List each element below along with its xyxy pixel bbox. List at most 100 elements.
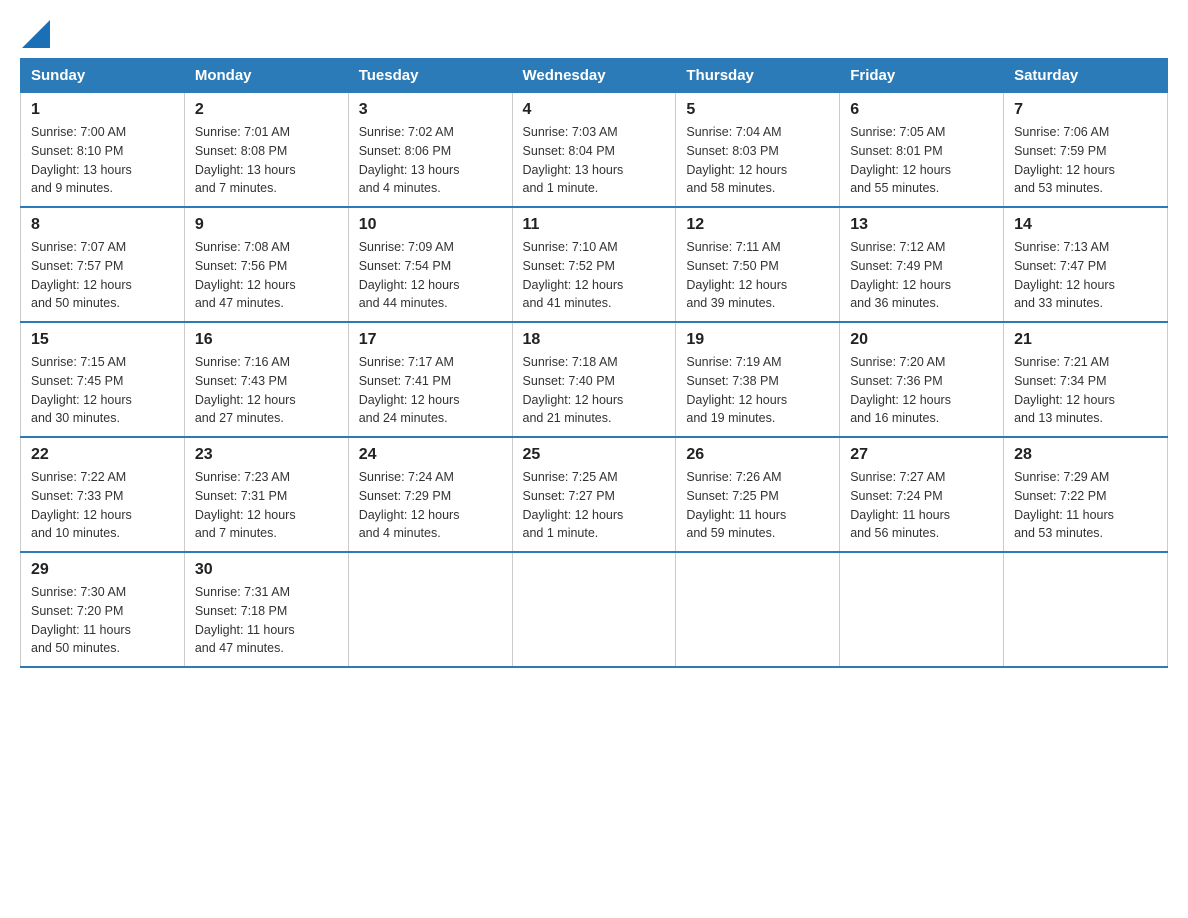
calendar-cell: 21 Sunrise: 7:21 AM Sunset: 7:34 PM Dayl… (1004, 322, 1168, 437)
day-number: 6 (850, 101, 993, 119)
calendar-cell: 6 Sunrise: 7:05 AM Sunset: 8:01 PM Dayli… (840, 93, 1004, 208)
day-number: 4 (523, 101, 666, 119)
day-number: 28 (1014, 446, 1157, 464)
day-number: 26 (686, 446, 829, 464)
calendar-cell: 10 Sunrise: 7:09 AM Sunset: 7:54 PM Dayl… (348, 207, 512, 322)
day-info: Sunrise: 7:29 AM Sunset: 7:22 PM Dayligh… (1014, 468, 1157, 543)
calendar-cell: 4 Sunrise: 7:03 AM Sunset: 8:04 PM Dayli… (512, 93, 676, 208)
calendar-cell: 22 Sunrise: 7:22 AM Sunset: 7:33 PM Dayl… (21, 437, 185, 552)
day-info: Sunrise: 7:04 AM Sunset: 8:03 PM Dayligh… (686, 123, 829, 198)
calendar-cell: 13 Sunrise: 7:12 AM Sunset: 7:49 PM Dayl… (840, 207, 1004, 322)
day-number: 22 (31, 446, 174, 464)
day-number: 5 (686, 101, 829, 119)
page-header (20, 20, 1168, 42)
calendar-cell: 24 Sunrise: 7:24 AM Sunset: 7:29 PM Dayl… (348, 437, 512, 552)
day-info: Sunrise: 7:06 AM Sunset: 7:59 PM Dayligh… (1014, 123, 1157, 198)
calendar-cell: 23 Sunrise: 7:23 AM Sunset: 7:31 PM Dayl… (184, 437, 348, 552)
day-info: Sunrise: 7:23 AM Sunset: 7:31 PM Dayligh… (195, 468, 338, 543)
day-number: 7 (1014, 101, 1157, 119)
calendar-cell: 8 Sunrise: 7:07 AM Sunset: 7:57 PM Dayli… (21, 207, 185, 322)
week-row-5: 29 Sunrise: 7:30 AM Sunset: 7:20 PM Dayl… (21, 552, 1168, 667)
day-info: Sunrise: 7:17 AM Sunset: 7:41 PM Dayligh… (359, 353, 502, 428)
logo-triangle-icon (22, 20, 50, 48)
calendar-cell: 18 Sunrise: 7:18 AM Sunset: 7:40 PM Dayl… (512, 322, 676, 437)
header-sunday: Sunday (21, 59, 185, 93)
day-number: 10 (359, 216, 502, 234)
day-number: 9 (195, 216, 338, 234)
day-info: Sunrise: 7:21 AM Sunset: 7:34 PM Dayligh… (1014, 353, 1157, 428)
day-info: Sunrise: 7:16 AM Sunset: 7:43 PM Dayligh… (195, 353, 338, 428)
calendar-cell: 16 Sunrise: 7:16 AM Sunset: 7:43 PM Dayl… (184, 322, 348, 437)
calendar-cell: 9 Sunrise: 7:08 AM Sunset: 7:56 PM Dayli… (184, 207, 348, 322)
calendar-cell: 25 Sunrise: 7:25 AM Sunset: 7:27 PM Dayl… (512, 437, 676, 552)
day-info: Sunrise: 7:03 AM Sunset: 8:04 PM Dayligh… (523, 123, 666, 198)
day-number: 8 (31, 216, 174, 234)
day-info: Sunrise: 7:22 AM Sunset: 7:33 PM Dayligh… (31, 468, 174, 543)
calendar-cell: 3 Sunrise: 7:02 AM Sunset: 8:06 PM Dayli… (348, 93, 512, 208)
day-number: 2 (195, 101, 338, 119)
day-number: 14 (1014, 216, 1157, 234)
day-info: Sunrise: 7:18 AM Sunset: 7:40 PM Dayligh… (523, 353, 666, 428)
day-info: Sunrise: 7:30 AM Sunset: 7:20 PM Dayligh… (31, 583, 174, 658)
calendar-cell: 15 Sunrise: 7:15 AM Sunset: 7:45 PM Dayl… (21, 322, 185, 437)
day-info: Sunrise: 7:27 AM Sunset: 7:24 PM Dayligh… (850, 468, 993, 543)
week-row-4: 22 Sunrise: 7:22 AM Sunset: 7:33 PM Dayl… (21, 437, 1168, 552)
day-info: Sunrise: 7:25 AM Sunset: 7:27 PM Dayligh… (523, 468, 666, 543)
day-info: Sunrise: 7:07 AM Sunset: 7:57 PM Dayligh… (31, 238, 174, 313)
day-info: Sunrise: 7:11 AM Sunset: 7:50 PM Dayligh… (686, 238, 829, 313)
day-number: 23 (195, 446, 338, 464)
day-number: 21 (1014, 331, 1157, 349)
day-info: Sunrise: 7:08 AM Sunset: 7:56 PM Dayligh… (195, 238, 338, 313)
day-info: Sunrise: 7:09 AM Sunset: 7:54 PM Dayligh… (359, 238, 502, 313)
calendar-table: SundayMondayTuesdayWednesdayThursdayFrid… (20, 58, 1168, 668)
header-tuesday: Tuesday (348, 59, 512, 93)
header-thursday: Thursday (676, 59, 840, 93)
day-number: 12 (686, 216, 829, 234)
day-number: 24 (359, 446, 502, 464)
week-row-1: 1 Sunrise: 7:00 AM Sunset: 8:10 PM Dayli… (21, 93, 1168, 208)
calendar-cell: 30 Sunrise: 7:31 AM Sunset: 7:18 PM Dayl… (184, 552, 348, 667)
day-number: 29 (31, 561, 174, 579)
day-info: Sunrise: 7:12 AM Sunset: 7:49 PM Dayligh… (850, 238, 993, 313)
day-number: 11 (523, 216, 666, 234)
weekday-header-row: SundayMondayTuesdayWednesdayThursdayFrid… (21, 59, 1168, 93)
day-number: 25 (523, 446, 666, 464)
day-number: 20 (850, 331, 993, 349)
day-number: 30 (195, 561, 338, 579)
calendar-cell: 2 Sunrise: 7:01 AM Sunset: 8:08 PM Dayli… (184, 93, 348, 208)
day-info: Sunrise: 7:20 AM Sunset: 7:36 PM Dayligh… (850, 353, 993, 428)
day-number: 18 (523, 331, 666, 349)
calendar-cell (1004, 552, 1168, 667)
calendar-cell: 12 Sunrise: 7:11 AM Sunset: 7:50 PM Dayl… (676, 207, 840, 322)
week-row-3: 15 Sunrise: 7:15 AM Sunset: 7:45 PM Dayl… (21, 322, 1168, 437)
calendar-cell: 29 Sunrise: 7:30 AM Sunset: 7:20 PM Dayl… (21, 552, 185, 667)
header-monday: Monday (184, 59, 348, 93)
week-row-2: 8 Sunrise: 7:07 AM Sunset: 7:57 PM Dayli… (21, 207, 1168, 322)
calendar-cell: 17 Sunrise: 7:17 AM Sunset: 7:41 PM Dayl… (348, 322, 512, 437)
calendar-cell (676, 552, 840, 667)
day-info: Sunrise: 7:00 AM Sunset: 8:10 PM Dayligh… (31, 123, 174, 198)
calendar-cell: 19 Sunrise: 7:19 AM Sunset: 7:38 PM Dayl… (676, 322, 840, 437)
calendar-cell: 26 Sunrise: 7:26 AM Sunset: 7:25 PM Dayl… (676, 437, 840, 552)
day-info: Sunrise: 7:02 AM Sunset: 8:06 PM Dayligh… (359, 123, 502, 198)
calendar-cell: 5 Sunrise: 7:04 AM Sunset: 8:03 PM Dayli… (676, 93, 840, 208)
day-number: 17 (359, 331, 502, 349)
day-number: 16 (195, 331, 338, 349)
header-wednesday: Wednesday (512, 59, 676, 93)
day-info: Sunrise: 7:31 AM Sunset: 7:18 PM Dayligh… (195, 583, 338, 658)
calendar-cell: 7 Sunrise: 7:06 AM Sunset: 7:59 PM Dayli… (1004, 93, 1168, 208)
calendar-cell: 14 Sunrise: 7:13 AM Sunset: 7:47 PM Dayl… (1004, 207, 1168, 322)
calendar-cell (840, 552, 1004, 667)
header-friday: Friday (840, 59, 1004, 93)
day-info: Sunrise: 7:24 AM Sunset: 7:29 PM Dayligh… (359, 468, 502, 543)
day-info: Sunrise: 7:26 AM Sunset: 7:25 PM Dayligh… (686, 468, 829, 543)
day-number: 3 (359, 101, 502, 119)
day-info: Sunrise: 7:19 AM Sunset: 7:38 PM Dayligh… (686, 353, 829, 428)
day-number: 13 (850, 216, 993, 234)
calendar-cell: 1 Sunrise: 7:00 AM Sunset: 8:10 PM Dayli… (21, 93, 185, 208)
calendar-cell: 11 Sunrise: 7:10 AM Sunset: 7:52 PM Dayl… (512, 207, 676, 322)
calendar-cell (512, 552, 676, 667)
calendar-cell: 27 Sunrise: 7:27 AM Sunset: 7:24 PM Dayl… (840, 437, 1004, 552)
day-number: 19 (686, 331, 829, 349)
logo (20, 20, 50, 42)
